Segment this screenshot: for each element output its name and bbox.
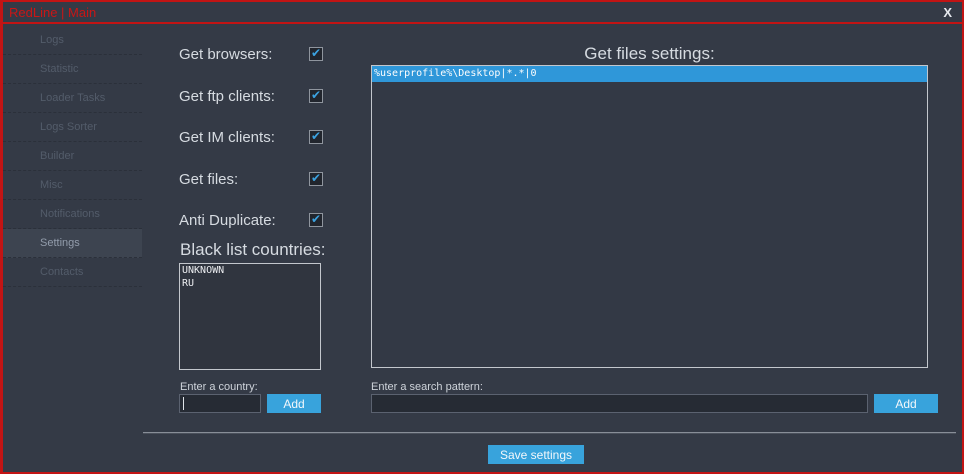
add-search-pattern-button[interactable]: Add: [874, 394, 938, 413]
sidebar-nav: Logs Statistic Loader Tasks Logs Sorter …: [3, 26, 142, 472]
check-icon: ✔: [311, 213, 321, 225]
search-pattern-input[interactable]: [371, 394, 868, 413]
blacklist-item[interactable]: RU: [180, 277, 320, 290]
sidebar-item-misc[interactable]: Misc: [3, 171, 142, 200]
text-caret: [183, 397, 184, 410]
files-settings-item[interactable]: %userprofile%\Desktop|*.*|0: [372, 66, 927, 82]
get-ftp-clients-label: Get ftp clients:: [179, 88, 275, 105]
sidebar-item-statistic[interactable]: Statistic: [3, 55, 142, 84]
country-input-label: Enter a country:: [180, 381, 258, 393]
get-ftp-clients-checkbox[interactable]: ✔: [309, 89, 323, 103]
files-settings-listbox[interactable]: %userprofile%\Desktop|*.*|0: [371, 65, 928, 368]
get-im-clients-label: Get IM clients:: [179, 129, 275, 146]
blacklist-item[interactable]: UNKNOWN: [180, 264, 320, 277]
option-row-get-ftp-clients: Get ftp clients: ✔: [179, 86, 323, 106]
sidebar-item-logs[interactable]: Logs: [3, 26, 142, 55]
option-row-get-browsers: Get browsers: ✔: [179, 44, 323, 64]
get-browsers-label: Get browsers:: [179, 46, 272, 63]
blacklist-title: Black list countries:: [180, 240, 326, 260]
files-settings-title: Get files settings:: [371, 44, 928, 64]
sidebar-item-loader-tasks[interactable]: Loader Tasks: [3, 84, 142, 113]
get-files-label: Get files:: [179, 171, 238, 188]
option-row-get-im-clients: Get IM clients: ✔: [179, 127, 323, 147]
option-row-get-files: Get files: ✔: [179, 169, 323, 189]
sidebar-item-contacts[interactable]: Contacts: [3, 258, 142, 287]
sidebar-item-logs-sorter[interactable]: Logs Sorter: [3, 113, 142, 142]
check-icon: ✔: [311, 130, 321, 142]
title-bar: RedLine | Main X: [3, 2, 962, 24]
anti-duplicate-label: Anti Duplicate:: [179, 212, 276, 229]
get-browsers-checkbox[interactable]: ✔: [309, 47, 323, 61]
save-settings-button[interactable]: Save settings: [488, 445, 584, 464]
country-input[interactable]: [179, 394, 261, 413]
option-row-anti-duplicate: Anti Duplicate: ✔: [179, 210, 323, 230]
anti-duplicate-checkbox[interactable]: ✔: [309, 213, 323, 227]
footer-divider: [143, 432, 956, 434]
check-icon: ✔: [311, 172, 321, 184]
sidebar-item-notifications[interactable]: Notifications: [3, 200, 142, 229]
add-country-button[interactable]: Add: [267, 394, 321, 413]
close-button[interactable]: X: [943, 5, 952, 20]
get-files-checkbox[interactable]: ✔: [309, 172, 323, 186]
blacklist-listbox[interactable]: UNKNOWN RU: [179, 263, 321, 370]
get-im-clients-checkbox[interactable]: ✔: [309, 130, 323, 144]
search-pattern-label: Enter a search pattern:: [371, 381, 483, 393]
sidebar-item-settings[interactable]: Settings: [3, 229, 142, 258]
app-window: RedLine | Main X Logs Statistic Loader T…: [0, 0, 964, 474]
check-icon: ✔: [311, 47, 321, 59]
sidebar-item-builder[interactable]: Builder: [3, 142, 142, 171]
window-title: RedLine | Main: [9, 5, 96, 20]
check-icon: ✔: [311, 89, 321, 101]
